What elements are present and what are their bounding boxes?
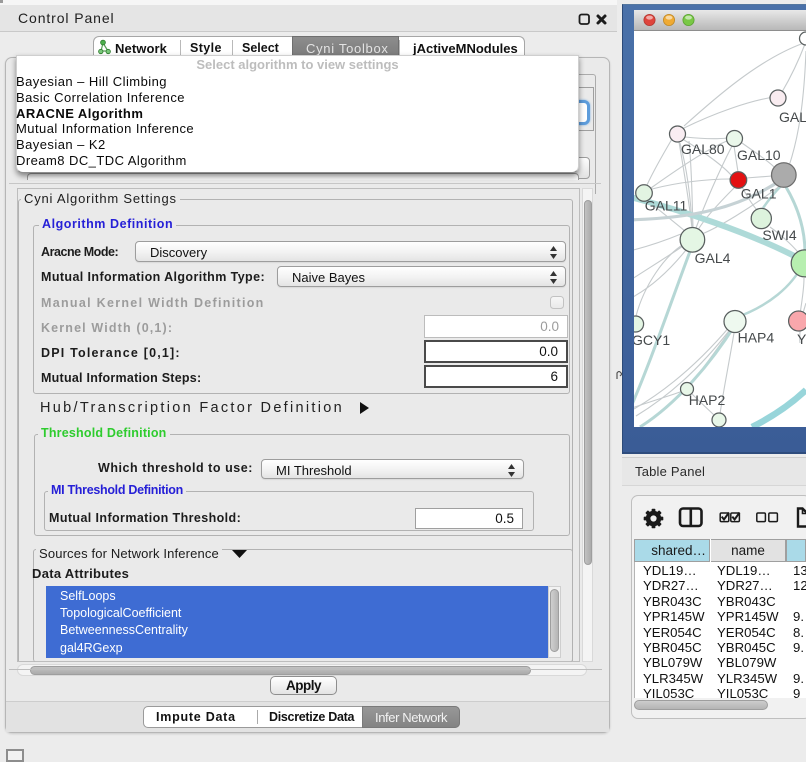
- svg-text:Y: Y: [797, 331, 806, 347]
- svg-text:HAP4: HAP4: [738, 329, 775, 345]
- svg-text:GAL4: GAL4: [695, 250, 731, 266]
- svg-text:SWI4: SWI4: [762, 227, 796, 243]
- svg-text:GAL10: GAL10: [737, 147, 781, 163]
- svg-text:GAL80: GAL80: [681, 141, 725, 157]
- svg-text:GCY1: GCY1: [634, 332, 670, 348]
- svg-text:GAL2: GAL2: [779, 109, 806, 125]
- svg-text:HAP2: HAP2: [689, 392, 726, 408]
- svg-text:GAL1: GAL1: [741, 185, 777, 201]
- svg-text:GAL11: GAL11: [645, 198, 688, 214]
